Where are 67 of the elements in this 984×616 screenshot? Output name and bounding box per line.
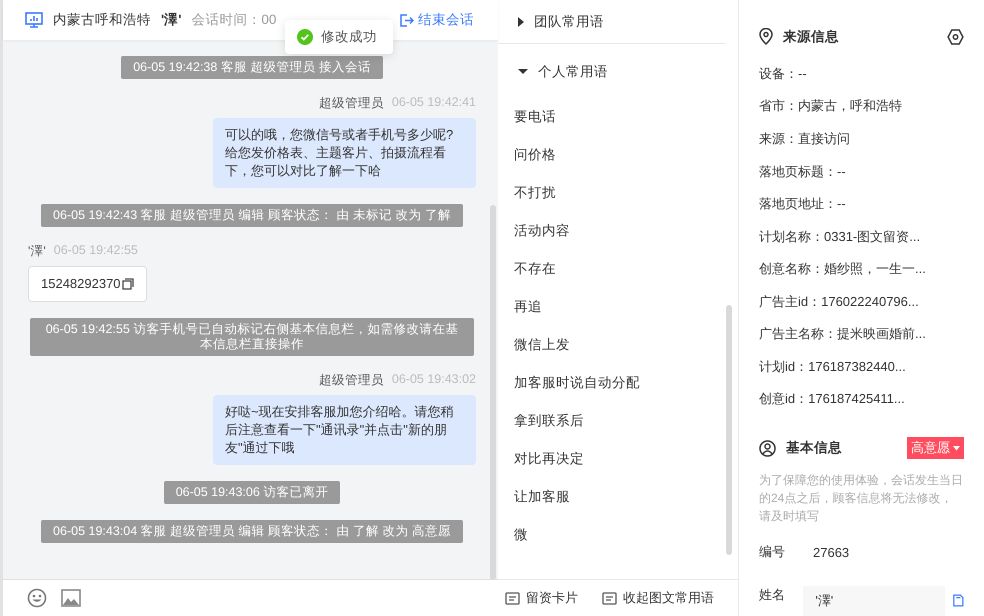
info-line: 广告主名称：提米映画婚前... <box>759 325 927 344</box>
phrase-item[interactable]: 对比再决定 <box>498 440 726 478</box>
caret-down-icon <box>518 68 528 74</box>
name-input[interactable]: '澤' <box>803 586 946 616</box>
toast-message: 修改成功 <box>321 28 377 46</box>
copy-icon[interactable] <box>122 278 134 290</box>
card-icon <box>505 592 520 604</box>
message-bubble: 可以的哦，您微信号或者手机号多少呢?给您发价格表、主题客片、拍摄流程看下，您可以对比了解一下哈 <box>213 118 476 188</box>
phrase-item[interactable]: 不打扰 <box>498 174 726 212</box>
check-circle-icon <box>297 29 313 45</box>
monitor-icon <box>25 12 43 28</box>
phrase-group-header[interactable]: 个人常用语 <box>498 44 726 98</box>
session-time: 会话时间：00 <box>191 11 276 29</box>
collapse-phrases-button[interactable]: 收起图文常用语 <box>602 589 714 607</box>
info-line: 落地页地址：-- <box>759 195 847 214</box>
info-line: 计划名称：0331-图文留资... <box>759 228 922 246</box>
image-icon[interactable] <box>61 589 81 607</box>
phrase-item[interactable]: 拿到联系后 <box>498 402 726 440</box>
sender-name: '澤' <box>28 243 46 260</box>
field-label: 编号 <box>759 543 786 562</box>
user-circle-icon <box>759 440 776 457</box>
visitor-name: '澤' <box>161 11 182 29</box>
message-time: 06-05 19:42:41 <box>392 95 476 111</box>
system-notice: 06-05 19:43:06 访客已离开 <box>164 481 340 504</box>
phrase-item[interactable]: 加客服时说自动分配 <box>498 364 726 402</box>
visitor-location: 内蒙古呼和浩特 <box>53 11 151 29</box>
system-notice: 06-05 19:43:04 客服 超级管理员 编辑 顾客状态： 由 了解 改为 高意愿 <box>41 520 463 543</box>
location-pin-icon <box>759 28 773 46</box>
exit-icon <box>399 12 414 28</box>
message-time: 06-05 19:43:02 <box>392 372 476 388</box>
system-notice: 06-05 19:42:55 访客手机号已自动标记右侧基本信息栏，如需修改请在基本信息栏直接操作 <box>30 318 474 356</box>
sender-name: 超级管理员 <box>318 95 384 112</box>
caret-down-icon <box>953 446 960 451</box>
phrase-item[interactable]: 微信上发 <box>498 326 726 364</box>
phrase-group-header[interactable]: 团队常用语 <box>498 0 726 44</box>
phrase-item[interactable]: 问价格 <box>498 136 726 174</box>
settings-icon[interactable] <box>947 28 964 45</box>
field-label: 姓名 <box>759 586 786 604</box>
field-value: 27663 <box>813 544 850 560</box>
phrase-item[interactable]: 要电话 <box>498 98 726 136</box>
emoji-icon[interactable] <box>27 588 47 608</box>
info-line: 设备：-- <box>759 64 808 83</box>
message-bubble: 好哒~现在安排客服加您介绍哈。请您稍后注意查看一下"通讯录"并点击"新的朋友"通过下哦 <box>213 395 476 465</box>
end-session-button[interactable]: 结束会话 <box>399 11 474 29</box>
section-title: 来源信息 <box>783 28 839 46</box>
system-notice: 06-05 19:42:38 客服 超级管理员 接入会话 <box>121 56 383 79</box>
info-line: 广告主id：176022240796... <box>759 292 920 311</box>
phrase-item[interactable]: 不存在 <box>498 250 726 288</box>
card-icon <box>602 592 617 604</box>
info-line: 来源：直接访问 <box>759 130 851 148</box>
phrase-item[interactable]: 活动内容 <box>498 212 726 250</box>
system-notice: 06-05 19:42:43 客服 超级管理员 编辑 顾客状态： 由 未标记 改为 了解 <box>41 204 463 227</box>
info-line: 省市：内蒙古，呼和浩特 <box>759 97 903 116</box>
info-line: 创意id：176187425411... <box>759 390 906 408</box>
phrase-item[interactable]: 再追 <box>498 288 726 326</box>
sender-name: 超级管理员 <box>318 372 384 389</box>
info-line: 落地页标题：-- <box>759 162 847 180</box>
phrase-item[interactable]: 让加客服 <box>498 478 726 516</box>
notice-text: 为了保障您的使用体验，会话发生当日的24点之后，顾客信息将无法修改，请及时填写 <box>759 472 964 526</box>
section-title: 基本信息 <box>786 439 842 458</box>
info-line: 创意名称：婚纱照，一生一... <box>759 260 927 278</box>
message-time: 06-05 19:42:55 <box>54 243 138 259</box>
caret-right-icon <box>518 16 524 26</box>
info-line: 计划id：176187382440... <box>759 358 907 376</box>
lead-card-button[interactable]: 留资卡片 <box>505 589 578 607</box>
message-bubble: 15248292370 <box>28 266 147 302</box>
phrase-item[interactable]: 微 <box>498 516 726 554</box>
